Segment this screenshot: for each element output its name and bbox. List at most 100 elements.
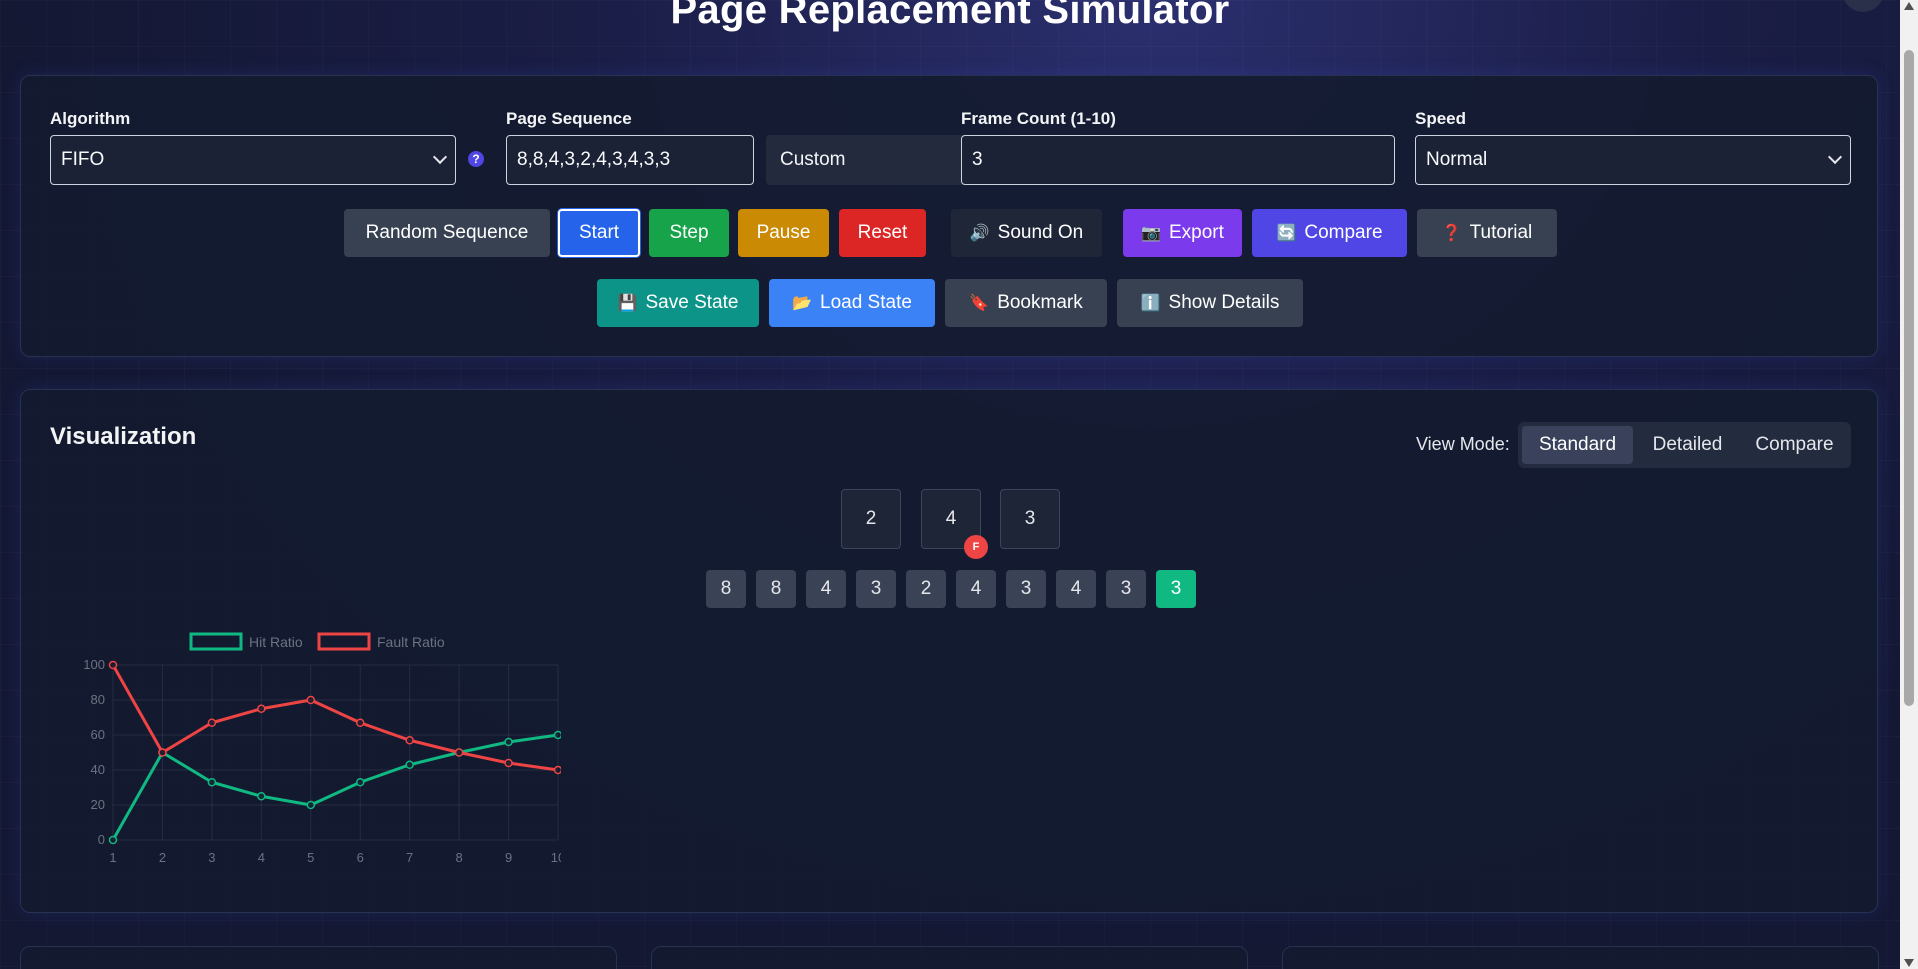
data-point (207, 778, 217, 787)
sequence-cell: 2 (906, 570, 946, 608)
y-tick-label: 20 (91, 797, 105, 812)
memory-frame-value: 4 (945, 508, 957, 529)
compare-button[interactable]: 🔄 Compare (1252, 209, 1407, 257)
floppy-disk-icon: 💾 (617, 295, 638, 312)
step-button[interactable]: Step (649, 209, 729, 257)
sequence-input[interactable]: 8,8,4,3,2,4,3,4,3,3 (506, 135, 754, 185)
camera-icon: 📷 (1141, 225, 1161, 242)
sound-toggle-button[interactable]: 🔊 Sound On (951, 209, 1102, 257)
data-point (355, 778, 365, 787)
data-point (553, 730, 561, 740)
sound-label: Sound On (997, 222, 1084, 243)
data-point (257, 704, 266, 713)
sequence-cell: 3 (1006, 570, 1046, 608)
sequence-cell: 3 (1106, 570, 1146, 608)
memory-frame: 2 (841, 489, 901, 549)
view-mode-compare-label: Compare (1755, 434, 1834, 455)
data-point (405, 760, 414, 769)
pause-button[interactable]: Pause (738, 209, 829, 257)
random-sequence-label: Random Sequence (365, 222, 529, 243)
view-mode-compare[interactable]: Compare (1741, 426, 1848, 464)
speed-select[interactable]: Normal (1415, 135, 1851, 185)
vertical-scrollbar[interactable] (1900, 0, 1918, 969)
start-button[interactable]: Start (558, 209, 640, 257)
show-details-button[interactable]: ℹ️ Show Details (1117, 279, 1303, 327)
bookmark-button[interactable]: 🔖 Bookmark (945, 279, 1107, 327)
legend-swatch (317, 632, 371, 651)
scroll-thumb[interactable] (1904, 50, 1914, 706)
frame-count-input[interactable]: 3 (961, 135, 1395, 185)
load-state-label: Load State (820, 292, 912, 313)
view-mode-label: View Mode: (1416, 434, 1510, 454)
tutorial-button[interactable]: ❓ Tutorial (1417, 209, 1557, 257)
sequence-cell: 8 (706, 570, 746, 608)
data-point (306, 800, 316, 810)
hit-fault-ratio-chart: 0 20 40 60 80 100 1 2 3 4 5 6 7 8 9 10 Hit Ratio Fault Ra… (83, 632, 561, 865)
compare-label: Compare (1304, 222, 1383, 243)
data-point (355, 718, 365, 727)
sequence-cell: 4 (1056, 570, 1096, 608)
scroll-up-icon[interactable] (1904, 2, 1914, 10)
y-tick-label: 0 (98, 832, 105, 847)
page: Page Replacement Simulator Algorithm FIF… (0, 0, 1900, 969)
visualization-title: Visualization (50, 423, 197, 450)
speaker-icon: 🔊 (969, 225, 990, 242)
info-icon: ℹ️ (1140, 295, 1161, 312)
memory-frame-value: 3 (1024, 508, 1036, 529)
legend-label: Fault Ratio (377, 634, 445, 650)
view-mode-detailed-label: Detailed (1652, 434, 1723, 455)
export-label: Export (1169, 222, 1224, 243)
pause-label: Pause (756, 222, 811, 243)
save-state-label: Save State (645, 292, 739, 313)
data-point (108, 660, 118, 670)
page-fault-badge: F (964, 535, 988, 559)
data-point (504, 758, 513, 768)
series-line (111, 664, 559, 772)
show-details-label: Show Details (1168, 292, 1280, 313)
view-mode-detailed[interactable]: Detailed (1639, 426, 1736, 464)
series-line (111, 733, 559, 841)
random-sequence-button[interactable]: Random Sequence (344, 209, 550, 257)
export-button[interactable]: 📷 Export (1123, 209, 1242, 257)
x-tick-label: 5 (307, 850, 314, 865)
algorithm-value: FIFO (61, 149, 105, 170)
view-mode-standard-label: Standard (1538, 434, 1617, 455)
reset-button[interactable]: Reset (839, 209, 926, 257)
data-point (108, 835, 118, 845)
sequence-label: Page Sequence (506, 109, 632, 128)
refresh-icon: 🔄 (1276, 225, 1297, 242)
step-label: Step (669, 222, 709, 243)
speed-label: Speed (1415, 109, 1467, 128)
scroll-down-icon[interactable] (1904, 959, 1914, 967)
page-title: Page Replacement Simulator (670, 0, 1230, 32)
help-icon[interactable]: ? (468, 151, 484, 167)
frame-count-value: 3 (972, 149, 983, 170)
memory-frame: 3 (1000, 489, 1060, 549)
x-tick-label: 4 (258, 850, 265, 865)
y-tick-label: 100 (83, 657, 105, 672)
y-tick-label: 80 (91, 692, 105, 707)
question-icon: ❓ (1441, 225, 1462, 242)
data-point (504, 737, 513, 747)
x-tick-label: 6 (357, 850, 364, 865)
speed-value: Normal (1426, 149, 1488, 170)
controls-panel: Algorithm FIFO ? Page Sequence 8,8,4,3,2… (20, 75, 1878, 357)
stats-panel (651, 946, 1248, 969)
bookmark-icon: 🔖 (969, 295, 990, 312)
x-tick-label: 1 (109, 850, 116, 865)
memory-frame-value: 2 (865, 508, 877, 529)
sequence-cell: 4 (956, 570, 996, 608)
algorithm-select[interactable]: FIFO (50, 135, 456, 185)
sequence-value: 8,8,4,3,2,4,3,4,3,3 (517, 149, 671, 170)
chevron-down-icon (1827, 149, 1843, 165)
algorithm-label: Algorithm (50, 109, 131, 128)
bookmark-label: Bookmark (997, 292, 1083, 313)
sequence-preset-select[interactable]: Custom (766, 135, 966, 185)
view-mode-standard[interactable]: Standard (1522, 426, 1633, 464)
stats-panel (20, 946, 617, 969)
load-state-button[interactable]: 📂 Load State (769, 279, 935, 327)
sequence-preset-value: Custom (780, 149, 846, 170)
data-point (158, 748, 167, 757)
save-state-button[interactable]: 💾 Save State (597, 279, 759, 327)
y-tick-label: 40 (91, 762, 105, 777)
